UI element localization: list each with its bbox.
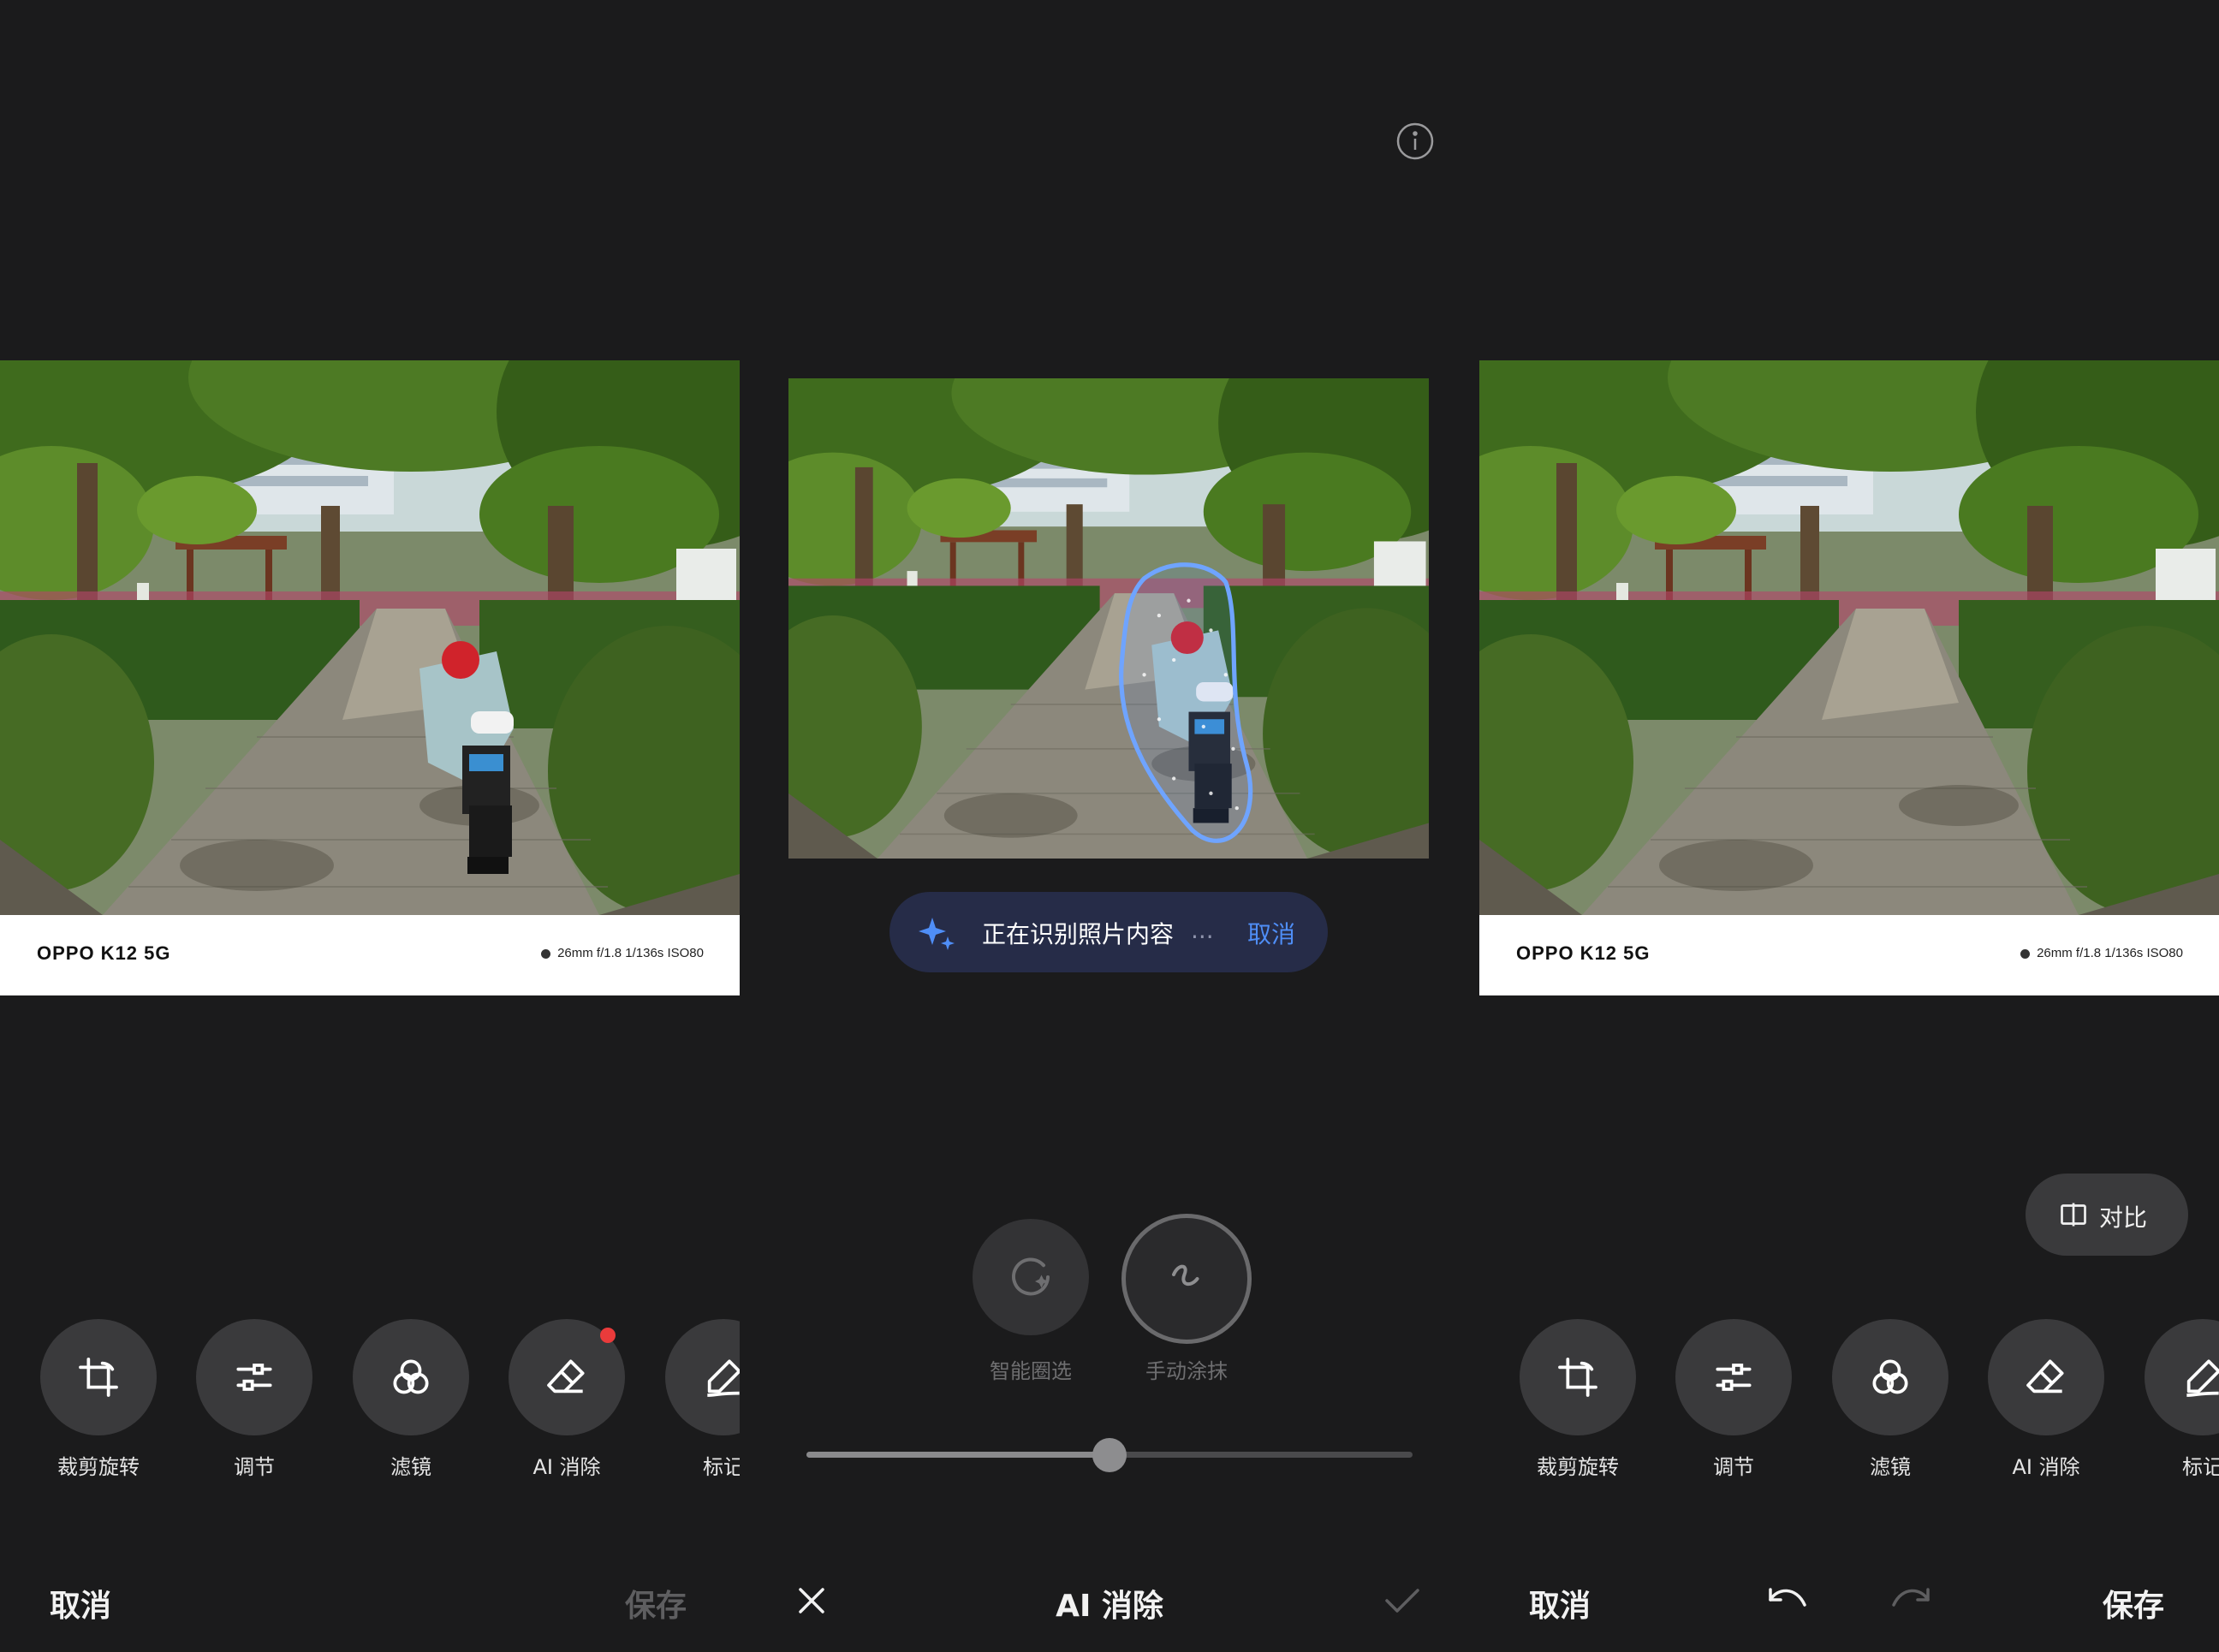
crop-rotate-icon bbox=[1558, 1358, 1597, 1397]
adjust-sliders-icon bbox=[1716, 1364, 1752, 1391]
smart-select-button[interactable] bbox=[973, 1219, 1089, 1335]
recognition-toast: 正在识别照片内容 ... 取消 bbox=[889, 892, 1328, 972]
cancel-button[interactable]: 取消 bbox=[1529, 1581, 1591, 1625]
photo bbox=[1479, 360, 2219, 915]
save-button[interactable]: 保存 bbox=[625, 1581, 687, 1625]
photo-card: OPPO K12 5G 26mm f/1.8 1/136s ISO80 bbox=[0, 360, 740, 995]
markup-pen-icon bbox=[707, 1359, 740, 1397]
tool-label: 调节 bbox=[234, 1455, 275, 1479]
photo-card: OPPO K12 5G 26mm f/1.8 1/136s ISO80 bbox=[1479, 360, 2219, 995]
smart-select-icon bbox=[1012, 1257, 1050, 1296]
adjust-button[interactable] bbox=[1675, 1319, 1792, 1435]
slider-thumb[interactable] bbox=[1092, 1438, 1127, 1472]
markup-button[interactable] bbox=[665, 1319, 740, 1435]
filter-icon bbox=[1872, 1359, 1908, 1394]
markup-button[interactable] bbox=[2145, 1319, 2219, 1435]
info-icon[interactable] bbox=[1395, 122, 1435, 161]
toast-cancel-button[interactable]: 取消 bbox=[1247, 916, 1295, 950]
confirm-check-icon[interactable] bbox=[1383, 1585, 1421, 1616]
compare-icon bbox=[2061, 1203, 2086, 1227]
save-button[interactable]: 保存 bbox=[2103, 1581, 2164, 1625]
cancel-button[interactable]: 取消 bbox=[50, 1581, 111, 1625]
ai-erase-panel: 正在识别照片内容 ... 取消 智能圈选 手动涂抹 AI 消除 bbox=[740, 0, 1479, 1652]
photo[interactable] bbox=[788, 378, 1429, 859]
tool-label: 调节 bbox=[1713, 1455, 1754, 1479]
filter-button[interactable] bbox=[353, 1319, 469, 1435]
compare-label: 对比 bbox=[2099, 1203, 2148, 1232]
slider-fill bbox=[806, 1452, 1110, 1458]
camera-params: 26mm f/1.8 1/136s ISO80 bbox=[2020, 946, 2183, 960]
tool-label: 裁剪旋转 bbox=[57, 1455, 140, 1479]
compare-button[interactable]: 对比 bbox=[2026, 1174, 2188, 1256]
eraser-icon bbox=[547, 1359, 585, 1394]
crop-rotate-icon bbox=[79, 1358, 118, 1397]
editor-panel-before: OPPO K12 5G 26mm f/1.8 1/136s ISO80 裁剪旋转… bbox=[0, 0, 740, 1652]
ai-erase-button[interactable] bbox=[1988, 1319, 2104, 1435]
camera-model: OPPO K12 5G bbox=[1516, 942, 1651, 964]
tool-label: 标记 bbox=[2182, 1455, 2219, 1479]
toast-message: 正在识别照片内容 bbox=[982, 920, 1175, 948]
loading-dots: ... bbox=[1191, 916, 1214, 944]
manual-brush-button[interactable] bbox=[1121, 1214, 1252, 1344]
sparkle-icon bbox=[919, 918, 955, 950]
camera-params: 26mm f/1.8 1/136s ISO80 bbox=[541, 946, 704, 960]
camera-model: OPPO K12 5G bbox=[37, 942, 171, 964]
dot-icon bbox=[541, 948, 551, 959]
tool-label: AI 消除 bbox=[2012, 1455, 2080, 1479]
tool-label: 标记 bbox=[703, 1455, 740, 1479]
brush-icon bbox=[1172, 1264, 1199, 1287]
photo-watermark: OPPO K12 5G 26mm f/1.8 1/136s ISO80 bbox=[0, 915, 740, 995]
eraser-icon bbox=[2026, 1359, 2064, 1394]
tool-label: 滤镜 bbox=[390, 1455, 431, 1479]
adjust-button[interactable] bbox=[196, 1319, 312, 1435]
filter-icon bbox=[393, 1359, 429, 1394]
tool-label: AI 消除 bbox=[532, 1455, 601, 1479]
crop-rotate-button[interactable] bbox=[40, 1319, 157, 1435]
adjust-sliders-icon bbox=[236, 1364, 272, 1391]
page-title: AI 消除 bbox=[1056, 1589, 1163, 1624]
tool-label: 滤镜 bbox=[1870, 1455, 1911, 1479]
mode-label: 智能圈选 bbox=[990, 1359, 1072, 1383]
new-badge bbox=[600, 1328, 616, 1343]
undo-icon[interactable] bbox=[1765, 1583, 1810, 1617]
markup-pen-icon bbox=[2186, 1359, 2219, 1397]
crop-rotate-button[interactable] bbox=[1520, 1319, 1636, 1435]
photo bbox=[0, 360, 740, 915]
tool-label: 裁剪旋转 bbox=[1537, 1455, 1619, 1479]
mode-label: 手动涂抹 bbox=[1145, 1359, 1228, 1383]
redo-icon[interactable] bbox=[1889, 1583, 1933, 1617]
editor-panel-after: OPPO K12 5G 26mm f/1.8 1/136s ISO80 对比 裁… bbox=[1479, 0, 2219, 1652]
dot-icon bbox=[2020, 948, 2031, 959]
photo-watermark: OPPO K12 5G 26mm f/1.8 1/136s ISO80 bbox=[1479, 915, 2219, 995]
filter-button[interactable] bbox=[1832, 1319, 1948, 1435]
